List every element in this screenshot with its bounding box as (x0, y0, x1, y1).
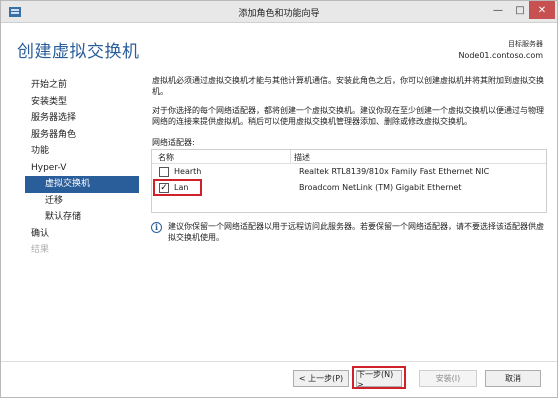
previous-button[interactable]: < 上一步(P) (293, 370, 349, 387)
minimize-button[interactable]: — (487, 1, 509, 19)
install-button: 安装(I) (419, 370, 477, 387)
info-note-text: 建议你保留一个网络适配器以用于远程访问此服务器。若要保留一个网络适配器，请不要选… (168, 222, 544, 242)
nav-item-server-roles[interactable]: 服务器角色 (25, 127, 139, 144)
info-note: i 建议你保留一个网络适配器以用于远程访问此服务器。若要保留一个网络适配器，请不… (151, 221, 547, 243)
nav-item-confirmation[interactable]: 确认 (25, 226, 139, 243)
lan-highlight-box (153, 179, 202, 196)
adapter-description: Realtek RTL8139/810x Family Fast Etherne… (299, 167, 490, 176)
wizard-nav: 开始之前 安装类型 服务器选择 服务器角色 功能 Hyper-V 虚拟交换机 迁… (25, 77, 139, 259)
network-adapter-list[interactable]: 名称 描述 Hearth Realtek RTL8139/810x Family… (151, 149, 547, 213)
destination-server-name: Node01.contoso.com (458, 51, 543, 60)
wizard-footer: < 上一步(P) 下一步(N) > 安装(I) 取消 (1, 361, 557, 397)
nav-item-results: 结果 (31, 245, 50, 255)
nav-item-server-selection[interactable]: 服务器选择 (25, 110, 139, 127)
adapter-row-lan[interactable]: ✓ Lan Broadcom NetLink (TM) Gigabit Ethe… (152, 180, 546, 196)
nav-item-migration[interactable]: 迁移 (25, 193, 139, 210)
nav-item-hyper-v[interactable]: Hyper-V (25, 160, 139, 177)
window-title: 添加角色和功能向导 (238, 9, 320, 19)
destination-server-label: 目标服务器 (508, 40, 543, 48)
content-text: 虚拟机必须通过虚拟交换机才能与其他计算机通信。安装此角色之后，你可以创建虚拟机并… (152, 75, 546, 127)
maximize-button[interactable]: □ (509, 1, 531, 19)
description-paragraph-2: 对于你选择的每个网络适配器，都将创建一个虚拟交换机。建议你现在至少创建一个虚拟交… (152, 106, 544, 126)
wizard-window: 添加角色和功能向导 — □ ✕ 创建虚拟交换机 目标服务器 Node01.con… (0, 0, 558, 398)
close-button[interactable]: ✕ (529, 1, 555, 19)
adapter-checkbox-hearth[interactable] (159, 167, 169, 177)
column-header-description[interactable]: 描述 (294, 152, 310, 163)
nav-item-virtual-switches[interactable]: 虚拟交换机 (25, 176, 139, 193)
column-header-name[interactable]: 名称 (158, 152, 174, 163)
nav-item-before-you-begin[interactable]: 开始之前 (25, 77, 139, 94)
destination-server: 目标服务器 Node01.contoso.com (458, 39, 543, 60)
page-title: 创建虚拟交换机 (17, 42, 140, 62)
adapter-description: Broadcom NetLink (TM) Gigabit Ethernet (299, 183, 462, 192)
network-adapters-label: 网络适配器: (152, 138, 195, 147)
adapter-row-hearth[interactable]: Hearth Realtek RTL8139/810x Family Fast … (152, 164, 546, 180)
list-header: 名称 描述 (152, 150, 546, 164)
nav-item-features[interactable]: 功能 (25, 143, 139, 160)
nav-item-installation-type[interactable]: 安装类型 (25, 94, 139, 111)
nav-item-default-stores[interactable]: 默认存储 (25, 209, 139, 226)
info-icon: i (151, 222, 162, 233)
next-highlight-box (352, 366, 406, 389)
cancel-button[interactable]: 取消 (485, 370, 541, 387)
column-divider[interactable] (290, 150, 291, 164)
adapter-name: Hearth (174, 167, 202, 176)
description-paragraph-1: 虚拟机必须通过虚拟交换机才能与其他计算机通信。安装此角色之后，你可以创建虚拟机并… (152, 76, 544, 96)
title-bar: 添加角色和功能向导 — □ ✕ (1, 1, 557, 23)
